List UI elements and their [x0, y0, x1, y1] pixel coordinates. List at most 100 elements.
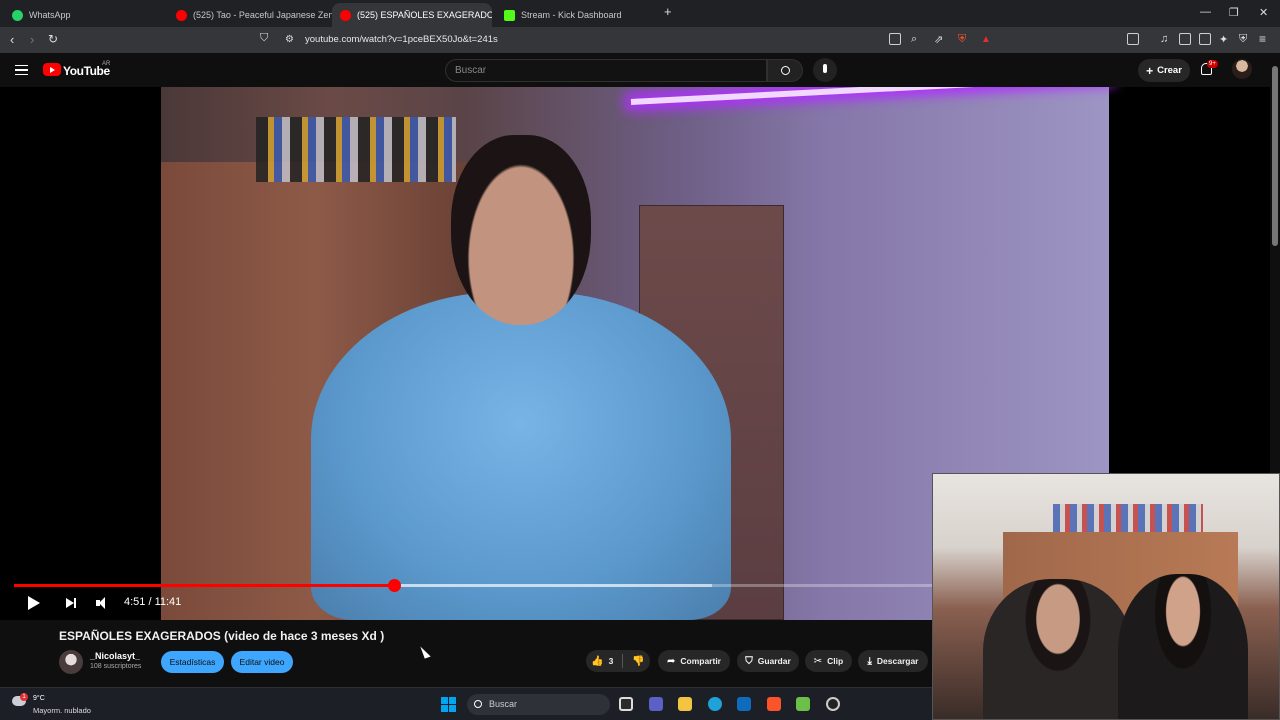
menu-icon[interactable]: ≡ — [1259, 32, 1266, 46]
temperature[interactable]: 9°C — [33, 695, 45, 702]
url-field[interactable]: youtube.com/watch?v=1pceBEX50Jo&t=241s — [305, 34, 498, 45]
webcam-overlay — [932, 473, 1280, 720]
tab-label: (525) ESPAÑOLES EXAGERADOS — [357, 10, 492, 20]
edge-icon[interactable] — [708, 697, 722, 711]
taskbar-search-input[interactable]: Buscar — [467, 694, 610, 715]
save-label: Guardar — [757, 656, 791, 666]
subscriber-count: 108 suscriptores — [90, 663, 142, 670]
account-avatar[interactable] — [1232, 59, 1252, 79]
close-window-icon[interactable]: ✕ — [1259, 6, 1268, 19]
scissors-icon: ✂ — [813, 655, 823, 667]
youtube-favicon-icon — [340, 9, 351, 21]
video-scene-person — [311, 292, 731, 620]
brave-browser-icon[interactable] — [767, 697, 781, 711]
edit-video-button[interactable]: Editar video — [231, 651, 293, 673]
youtube-favicon-icon — [176, 9, 187, 21]
youtube-logo-icon[interactable] — [43, 63, 61, 76]
bookmark-save-icon: ⛉ — [745, 655, 753, 667]
webcam-scene-shelf — [1053, 504, 1203, 532]
thumbs-down-icon[interactable]: 👎 — [632, 656, 644, 667]
media-icon[interactable]: ♫ — [1160, 33, 1168, 45]
channel-name[interactable]: _Nicolasyt_ — [90, 651, 140, 661]
next-video-button[interactable] — [66, 598, 76, 608]
search-button[interactable] — [767, 59, 803, 82]
search-icon — [474, 700, 482, 708]
share-page-icon[interactable]: ⇗ — [934, 33, 943, 46]
video-title: ESPAÑOLES EXAGERADOS (video de hace 3 me… — [59, 629, 385, 643]
plus-icon: + — [1146, 63, 1154, 78]
weather-description[interactable]: Mayorm. nublado — [33, 706, 91, 715]
progress-played — [14, 584, 395, 587]
create-button[interactable]: + Crear — [1138, 59, 1190, 82]
windows-start-icon[interactable] — [441, 697, 456, 712]
leo-ai-icon[interactable]: ✦ — [1219, 33, 1228, 46]
volume-icon[interactable] — [96, 596, 110, 610]
tab-whatsapp[interactable]: WhatsApp — [4, 3, 169, 27]
video-scene-led-strip — [630, 87, 1109, 105]
bookmark-icon[interactable]: ⛉ — [260, 32, 268, 45]
share-label: Compartir — [680, 656, 721, 666]
webcam-scene-person-right — [1118, 574, 1248, 719]
maximize-icon[interactable]: ❐ — [1229, 6, 1239, 19]
analytics-button[interactable]: Estadísticas — [161, 651, 224, 673]
search-input[interactable]: Buscar — [445, 59, 767, 82]
thumbs-up-icon[interactable]: 👍 — [591, 656, 603, 667]
create-label: Crear — [1157, 65, 1182, 76]
browser-tab-strip: WhatsApp (525) Tao - Peaceful Japanese Z… — [0, 0, 1280, 27]
youtube-masthead: YouTube AR Buscar + Crear 9+ — [0, 53, 1280, 87]
video-info: ESPAÑOLES EXAGERADOS (video de hace 3 me… — [0, 620, 932, 687]
task-view-icon[interactable] — [619, 697, 633, 711]
webcam-scene-person-left — [983, 579, 1133, 719]
time-display: 4:51 / 11:41 — [124, 596, 182, 608]
download-button[interactable]: ⤓ Descargar — [858, 650, 928, 672]
tab-kick-dashboard[interactable]: Stream - Kick Dashboard — [496, 3, 661, 27]
teams-icon[interactable] — [649, 697, 663, 711]
forward-icon[interactable]: › — [30, 32, 34, 47]
tab-zen-music[interactable]: (525) Tao - Peaceful Japanese Zen M... — [168, 3, 333, 27]
weather-alert-badge: 1 — [20, 693, 28, 701]
download-icon: ⤓ — [867, 655, 872, 667]
reading-list-icon[interactable] — [1179, 33, 1191, 45]
like-divider — [622, 654, 624, 668]
tab-label: (525) Tao - Peaceful Japanese Zen M... — [193, 10, 333, 20]
mic-icon — [823, 64, 827, 73]
tab-label: WhatsApp — [29, 10, 71, 20]
windows-taskbar: 1 9°C Mayorm. nublado Buscar — [0, 687, 932, 720]
scrollbar-thumb[interactable] — [1272, 66, 1278, 246]
play-button[interactable] — [28, 596, 40, 610]
tab-label: Stream - Kick Dashboard — [521, 10, 622, 20]
voice-search-button[interactable] — [813, 58, 837, 82]
share-button[interactable]: ➦ Compartir — [658, 650, 730, 672]
sidebar-toggle-icon[interactable] — [1127, 33, 1139, 45]
guide-menu-icon[interactable] — [15, 65, 28, 75]
brave-rewards-icon[interactable]: ▲ — [981, 34, 991, 45]
notification-count-badge: 9+ — [1207, 60, 1218, 68]
save-button[interactable]: ⛉ Guardar — [737, 650, 799, 672]
minimize-icon[interactable]: — — [1200, 6, 1211, 18]
kick-icon — [504, 9, 515, 21]
taskbar-search-placeholder: Buscar — [489, 699, 518, 709]
microsoft-store-icon[interactable] — [737, 697, 751, 711]
vpn-icon[interactable]: ⛨ — [1239, 33, 1247, 46]
video-scene-cans — [256, 117, 456, 182]
address-bar-row: ‹ › ↻ ⛉ ⚙ youtube.com/watch?v=1pceBEX50J… — [0, 27, 1280, 53]
xbox-app-icon[interactable] — [796, 697, 810, 711]
share-icon: ➦ — [666, 655, 676, 667]
channel-avatar[interactable] — [59, 650, 83, 674]
download-label: Descargar — [876, 656, 919, 666]
tab-espanoles-exagerados[interactable]: (525) ESPAÑOLES EXAGERADOS ✕ — [332, 3, 492, 27]
brave-shield-icon[interactable]: ⛨ — [958, 33, 966, 46]
file-explorer-icon[interactable] — [678, 697, 692, 711]
obs-icon[interactable] — [826, 697, 840, 711]
back-icon[interactable]: ‹ — [10, 32, 14, 47]
like-dislike-group: 👍 3 👎 — [586, 650, 650, 672]
cast-icon[interactable] — [889, 33, 901, 45]
search-icon — [781, 66, 790, 75]
like-count[interactable]: 3 — [609, 656, 614, 666]
wallet-icon[interactable] — [1199, 33, 1211, 45]
zoom-icon[interactable]: ⌕ — [911, 33, 917, 46]
new-tab-button[interactable]: + — [664, 4, 672, 19]
site-info-icon[interactable]: ⚙ — [285, 34, 294, 45]
reload-icon[interactable]: ↻ — [48, 32, 58, 46]
clip-button[interactable]: ✂ Clip — [805, 650, 852, 672]
